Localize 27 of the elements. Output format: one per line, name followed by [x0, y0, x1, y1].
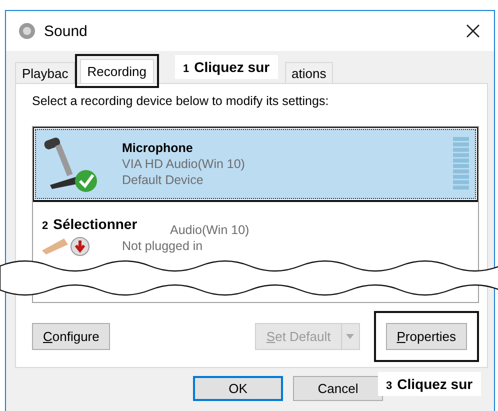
- tab[interactable]: ations: [284, 62, 334, 83]
- instruction-text: Select a recording device below to modify its settings:: [32, 94, 330, 108]
- tab[interactable]: Recording: [80, 59, 154, 83]
- window-title: Sound: [44, 22, 88, 40]
- action-button[interactable]: Configure: [32, 323, 110, 350]
- step-number: 2: [42, 220, 48, 232]
- dialog-button[interactable]: Cancel: [293, 376, 383, 401]
- speaker-icon: [18, 22, 36, 40]
- device-name: Microphone: [122, 140, 194, 156]
- step-number: 3: [386, 380, 392, 392]
- device-row[interactable]: Microphone VIA HD Audio(Win 10) Default Device: [35, 129, 476, 199]
- dialog-button[interactable]: OK: [193, 376, 283, 401]
- device-status: Default Device: [122, 172, 204, 188]
- plug-icon: [42, 237, 90, 256]
- device-status: Not plugged in: [122, 238, 204, 254]
- callout-text: Sélectionner: [53, 216, 138, 232]
- step-number: 1: [183, 63, 190, 75]
- device-driver: VIA HD Audio(Win 10): [122, 156, 246, 172]
- device-driver: Audio(Win 10): [170, 222, 250, 238]
- callout-text: Cliquez sur: [194, 59, 270, 75]
- callout-text: Cliquez sur: [397, 376, 473, 392]
- level-meter-icon: [453, 137, 469, 191]
- close-icon: [466, 24, 480, 38]
- action-button[interactable]: Properties: [386, 323, 467, 350]
- tab[interactable]: Playbac: [15, 62, 76, 83]
- caret-icon: [346, 334, 354, 339]
- microphone-icon: [42, 135, 100, 193]
